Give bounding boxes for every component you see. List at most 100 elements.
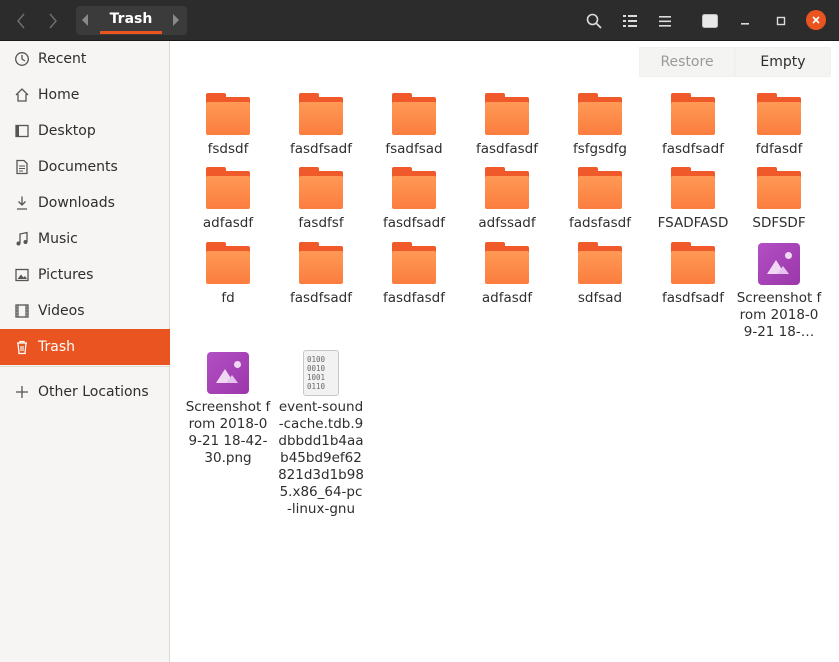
document-icon [12, 157, 32, 177]
folder-icon [297, 240, 345, 288]
file-name: sdfsad [577, 290, 623, 306]
folder-item[interactable]: SDFSDF [736, 165, 822, 232]
folder-item[interactable]: fasdfsadf [650, 240, 736, 307]
path-segment-trash[interactable]: Trash [100, 11, 162, 27]
sidebar-item-downloads[interactable]: Downloads [0, 185, 170, 221]
file-name: fd [221, 290, 235, 306]
sidebar-item-videos[interactable]: Videos [0, 293, 170, 329]
music-icon [12, 229, 32, 249]
folder-item[interactable]: fsdsdf [185, 91, 271, 158]
folder-icon [755, 91, 803, 139]
folder-item[interactable]: fasdfasdf [371, 240, 457, 307]
folder-item[interactable]: fadsfasdf [557, 165, 643, 232]
window-icon [702, 14, 718, 28]
folder-item[interactable]: adfssadf [464, 165, 550, 232]
sidebar-item-label: Desktop [38, 123, 96, 139]
image-file-item[interactable]: Screenshot from 2018-09-21 18-42-30.png [185, 349, 271, 467]
sidebar-item-music[interactable]: Music [0, 221, 170, 257]
image-file-item[interactable]: Screenshot from 2018-09-21 18-… [736, 240, 822, 341]
sidebar-item-home[interactable]: Home [0, 77, 170, 113]
folder-icon [669, 91, 717, 139]
path-scroll-right-icon[interactable] [173, 14, 179, 26]
sidebar-item-trash[interactable]: Trash [0, 329, 170, 365]
folder-icon [204, 165, 252, 213]
folder-item[interactable]: adfasdf [185, 165, 271, 232]
path-bar: Trash [76, 6, 187, 35]
maximize-button[interactable] [769, 7, 793, 35]
forward-button[interactable] [40, 7, 66, 35]
sidebar-item-recent[interactable]: Recent [0, 41, 170, 77]
file-name: fsdsdf [207, 141, 249, 157]
binary-file-item[interactable]: 0100 0010 1001 0110 event-sound-cache.td… [278, 349, 364, 518]
file-name: fasdfsadf [661, 290, 724, 306]
file-name: adfasdf [202, 215, 254, 231]
folder-item[interactable]: fasdfasdf [464, 91, 550, 158]
hamburger-menu-icon [659, 15, 671, 27]
path-active-indicator [100, 31, 162, 34]
folder-icon [390, 240, 438, 288]
view-toggle-button[interactable] [618, 7, 642, 35]
file-name: fasdfsf [298, 215, 344, 231]
close-button[interactable] [806, 10, 826, 30]
folder-item[interactable]: fasdfsf [278, 165, 364, 232]
trash-action-bar: Restore Empty [639, 47, 831, 77]
folder-item[interactable]: sdfsad [557, 240, 643, 307]
path-scroll-left-icon[interactable] [82, 14, 88, 26]
binary-digits: 0100 0010 1001 0110 [307, 355, 326, 391]
image-file-icon [204, 349, 252, 397]
sidebar-item-other-locations[interactable]: Other Locations [0, 374, 170, 410]
chevron-right-icon [49, 13, 57, 29]
folder-icon [483, 165, 531, 213]
sidebar-item-desktop[interactable]: Desktop [0, 113, 170, 149]
file-name: event-sound-cache.tdb.9dbbdd1b4aab45bd9e… [278, 399, 364, 517]
sidebar-item-label: Pictures [38, 267, 94, 283]
back-button[interactable] [8, 7, 34, 35]
window-menu-button[interactable] [698, 7, 722, 35]
minimize-button[interactable] [733, 7, 757, 35]
folder-item[interactable]: fsadfsad [371, 91, 457, 158]
sidebar-item-label: Music [38, 231, 78, 247]
folder-item[interactable]: fasdfsadf [278, 91, 364, 158]
file-name: adfssadf [478, 215, 536, 231]
header-bar: Trash [0, 0, 839, 41]
search-icon [586, 13, 602, 29]
folder-item[interactable]: adfasdf [464, 240, 550, 307]
folder-item[interactable]: FSADFASD [643, 165, 743, 232]
folder-item[interactable]: fdfasdf [736, 91, 822, 158]
sidebar-item-documents[interactable]: Documents [0, 149, 170, 185]
folder-item[interactable]: fasdfsadf [278, 240, 364, 307]
file-view[interactable]: Restore Empty fsdsdf fasdfsadf fsadfsad … [171, 41, 839, 662]
folder-item[interactable]: fasdfsadf [371, 165, 457, 232]
file-name: fasdfsadf [289, 290, 352, 306]
file-name: adfasdf [481, 290, 533, 306]
sidebar-item-pictures[interactable]: Pictures [0, 257, 170, 293]
file-manager-window: Trash Recent Home Desktop Documents Down… [0, 0, 839, 662]
file-name: fadsfasdf [568, 215, 631, 231]
video-icon [12, 301, 32, 321]
file-name: fasdfasdf [382, 290, 445, 306]
empty-trash-button[interactable]: Empty [735, 47, 831, 77]
download-icon [12, 193, 32, 213]
folder-icon [576, 91, 624, 139]
sidebar: Recent Home Desktop Documents Downloads [0, 41, 170, 662]
folder-icon [390, 165, 438, 213]
search-button[interactable] [582, 7, 606, 35]
folder-icon [669, 165, 717, 213]
folder-item[interactable]: fd [185, 240, 271, 307]
sidebar-separator [0, 366, 170, 367]
file-name: Screenshot from 2018-09-21 18-… [736, 290, 822, 340]
folder-item[interactable]: fsfgsdfg [557, 91, 643, 158]
menu-button[interactable] [653, 7, 677, 35]
sidebar-item-label: Trash [38, 339, 75, 355]
file-name: fasdfsadf [289, 141, 352, 157]
restore-button[interactable]: Restore [639, 47, 735, 77]
folder-icon [390, 91, 438, 139]
folder-icon [297, 91, 345, 139]
desktop-icon [12, 121, 32, 141]
plus-icon [12, 382, 32, 402]
folder-icon [669, 240, 717, 288]
sidebar-item-label: Downloads [38, 195, 115, 211]
minimize-icon [741, 23, 749, 25]
clock-icon [12, 49, 32, 69]
folder-item[interactable]: fasdfsadf [650, 91, 736, 158]
